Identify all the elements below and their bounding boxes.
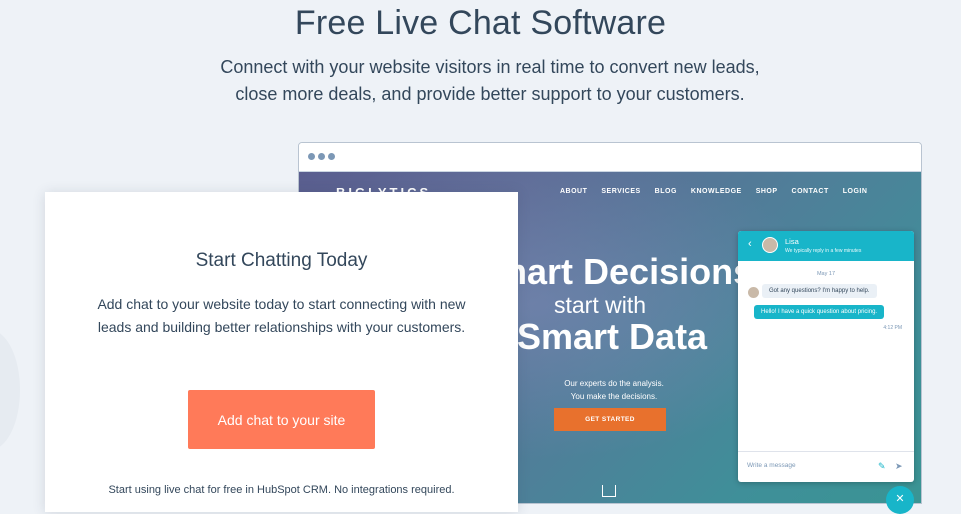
site-headline-2: start with (554, 292, 647, 318)
chat-widget: ‹ Lisa We typically reply in a few minut… (738, 231, 914, 482)
window-dot-icon (328, 153, 335, 160)
nav-item-services[interactable]: SERVICES (601, 188, 640, 195)
site-copy-line-1: Our experts do the analysis. (564, 379, 664, 388)
card-title: Start Chatting Today (195, 250, 368, 271)
start-chatting-card: Start Chatting Today Add chat to your we… (45, 192, 518, 512)
site-nav: ABOUT SERVICES BLOG KNOWLEDGE SHOP CONTA… (560, 188, 881, 195)
outgoing-message: Hello! I have a quick question about pri… (754, 305, 885, 319)
chat-date: May 17 (816, 271, 836, 277)
site-headline-1: mart Decisions (495, 251, 754, 292)
card-description: Add chat to your website today to start … (97, 296, 466, 335)
chevron-left-icon[interactable]: ‹ (748, 238, 752, 250)
window-dot-icon (318, 153, 325, 160)
send-icon[interactable]: ➤ (895, 461, 903, 472)
site-copy: Our experts do the analysis. You make th… (539, 377, 689, 403)
nav-item-login[interactable]: LOGIN (843, 188, 868, 195)
page-title: Free Live Chat Software (294, 4, 667, 42)
get-started-button[interactable]: GET STARTED (554, 408, 666, 431)
chat-input-area: Write a message ✎ ➤ (738, 451, 914, 482)
site-headline-3: Smart Data (517, 316, 708, 357)
chat-header: ‹ Lisa We typically reply in a few minut… (738, 231, 914, 261)
nav-item-shop[interactable]: SHOP (756, 188, 778, 195)
nav-item-blog[interactable]: BLOG (655, 188, 677, 195)
chat-agent-name: Lisa (785, 237, 799, 246)
nav-item-contact[interactable]: CONTACT (792, 188, 829, 195)
chat-status: We typically reply in a few minutes (785, 248, 862, 254)
nav-item-about[interactable]: ABOUT (560, 188, 587, 195)
avatar (762, 237, 778, 253)
site-copy-line-2: You make the decisions. (570, 392, 658, 401)
download-icon (602, 485, 616, 497)
chat-launcher-button[interactable]: ✕ (886, 486, 914, 514)
message-time: 4:12 PM (883, 325, 902, 331)
incoming-message: Got any questions? I'm happy to help. (762, 284, 877, 298)
card-footer-note: Start using live chat for free in HubSpo… (108, 484, 455, 496)
bg-circle (0, 330, 20, 450)
avatar (748, 287, 759, 298)
browser-toolbar (299, 143, 921, 172)
message-input[interactable]: Write a message (747, 462, 796, 469)
nav-item-knowledge[interactable]: KNOWLEDGE (691, 188, 742, 195)
page-subtitle: Connect with your website visitors in re… (190, 54, 790, 108)
window-dot-icon (308, 153, 315, 160)
attachment-icon[interactable]: ✎ (878, 461, 886, 472)
subtitle-line-2: close more deals, and provide better sup… (235, 84, 745, 104)
add-chat-button[interactable]: Add chat to your site (188, 390, 375, 449)
subtitle-line-1: Connect with your website visitors in re… (220, 57, 760, 77)
